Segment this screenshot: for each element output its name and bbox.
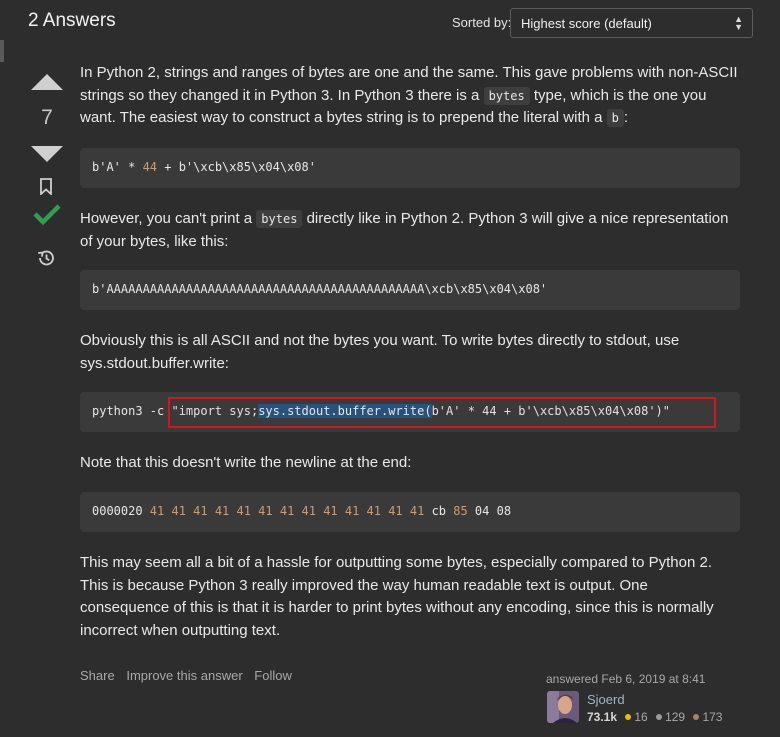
accepted-checkmark-icon bbox=[33, 203, 61, 230]
avatar[interactable] bbox=[547, 691, 579, 723]
code-block-1: b'A' * 44 + b'\xcb\x85\x04\x08' bbox=[80, 148, 740, 188]
post-actions: Share Improve this answer Follow bbox=[80, 668, 300, 683]
bookmark-icon[interactable] bbox=[39, 178, 53, 200]
answered-timestamp: answered Feb 6, 2019 at 8:41 bbox=[546, 672, 706, 686]
silver-badge-count: 129 bbox=[665, 710, 686, 724]
paragraph-2: However, you can't print a bytes directl… bbox=[80, 210, 729, 250]
gold-badge-count: 16 bbox=[634, 710, 648, 724]
answers-count-heading: 2 Answers bbox=[28, 10, 116, 31]
answer-body-5: This may seem all a bit of a hassle for … bbox=[80, 552, 740, 642]
paragraph-4: Note that this doesn't write the newline… bbox=[80, 454, 412, 471]
inline-code: b bbox=[606, 109, 624, 127]
sort-select-value: Highest score (default) bbox=[521, 16, 652, 31]
code-block-2: b'AAAAAAAAAAAAAAAAAAAAAAAAAAAAAAAAAAAAAA… bbox=[80, 270, 740, 310]
red-highlight-box bbox=[168, 397, 716, 428]
sort-label: Sorted by: bbox=[452, 15, 512, 30]
gold-badge-icon bbox=[625, 714, 632, 721]
inline-code: bytes bbox=[483, 86, 530, 105]
author-name[interactable]: Sjoerd bbox=[587, 692, 625, 707]
bronze-badge-icon bbox=[693, 714, 700, 721]
share-link[interactable]: Share bbox=[80, 668, 115, 683]
answer-body-4: Note that this doesn't write the newline… bbox=[80, 452, 740, 475]
vote-count: 7 bbox=[41, 106, 53, 129]
inline-code: bytes bbox=[256, 210, 303, 228]
code-block-4: 0000020 41 41 41 41 41 41 41 41 41 41 41… bbox=[80, 492, 740, 532]
reputation-score: 73.1k bbox=[587, 710, 618, 724]
bronze-badge-count: 173 bbox=[702, 710, 723, 724]
reputation-line: 73.1k 16 129 173 bbox=[587, 710, 722, 724]
history-icon[interactable] bbox=[36, 248, 56, 273]
left-edge-marker bbox=[0, 40, 4, 62]
select-arrows-icon: ▲ ▼ bbox=[734, 14, 743, 32]
paragraph-3: Obviously this is all ASCII and not the … bbox=[80, 332, 680, 372]
answer-body-2: However, you can't print a bytes directl… bbox=[80, 208, 740, 253]
paragraph-1: In Python 2, strings and ranges of bytes… bbox=[80, 64, 738, 127]
follow-link[interactable]: Follow bbox=[254, 668, 292, 683]
answer-body: In Python 2, strings and ranges of bytes… bbox=[80, 62, 740, 130]
improve-answer-link[interactable]: Improve this answer bbox=[126, 668, 242, 683]
answer-body-3: Obviously this is all ASCII and not the … bbox=[80, 330, 740, 375]
silver-badge-icon bbox=[656, 714, 663, 721]
upvote-icon[interactable] bbox=[31, 74, 63, 95]
paragraph-5: This may seem all a bit of a hassle for … bbox=[80, 554, 714, 639]
sort-select[interactable]: Highest score (default) ▲ ▼ bbox=[510, 8, 753, 38]
downvote-icon[interactable] bbox=[31, 146, 63, 167]
